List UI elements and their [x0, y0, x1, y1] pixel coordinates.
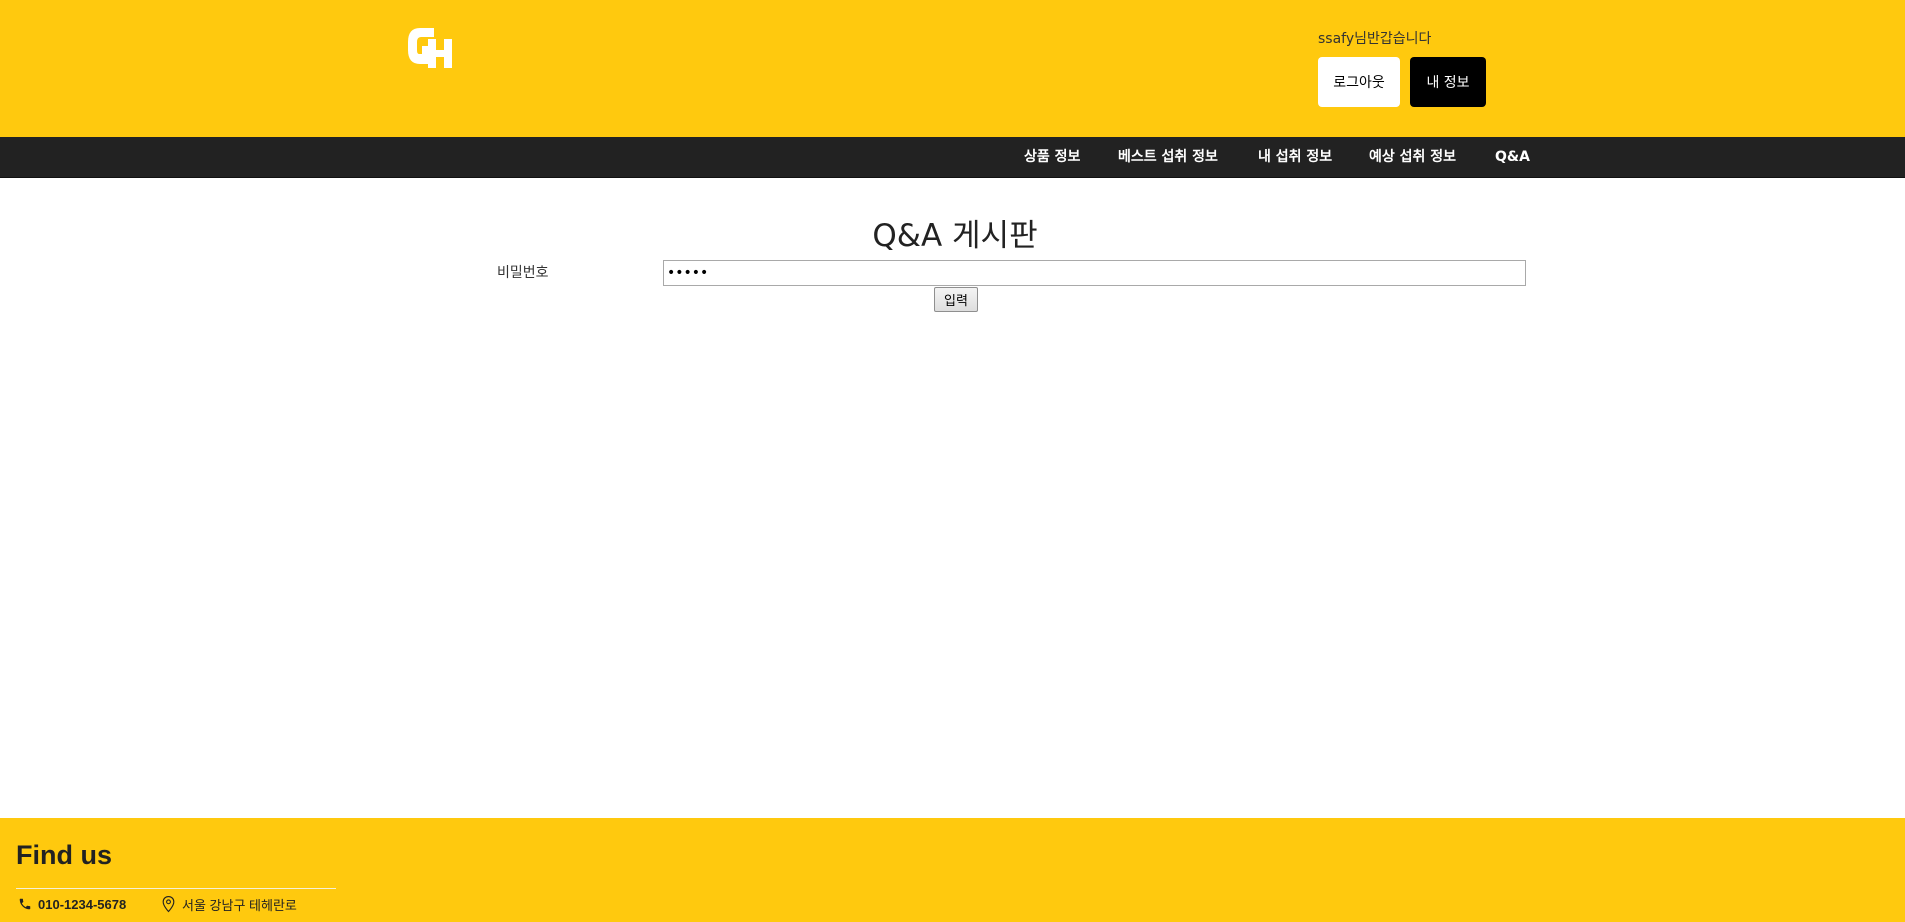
footer-phone: 010-1234-5678	[18, 894, 126, 914]
logout-button[interactable]: 로그아웃	[1318, 57, 1400, 107]
footer-title: Find us	[16, 840, 112, 870]
nav-item-qna[interactable]: Q&A	[1495, 137, 1530, 177]
site-header: ssafy님반갑습니다 로그아웃 내 정보	[0, 0, 1905, 137]
phone-icon	[19, 898, 31, 910]
logo-mark-icon	[408, 28, 452, 68]
password-input[interactable]	[663, 260, 1526, 286]
phone-number: 010-1234-5678	[38, 896, 127, 912]
nav-item-best-intake[interactable]: 베스트 섭취 정보	[1118, 137, 1218, 177]
address-text: 서울 강남구 테헤란로	[182, 897, 297, 913]
my-info-button[interactable]: 내 정보	[1410, 57, 1486, 107]
nav-item-product-info[interactable]: 상품 정보	[1024, 137, 1080, 177]
main-nav: 상품 정보 베스트 섭취 정보 내 섭취 정보 예상 섭취 정보 Q&A	[0, 137, 1905, 178]
footer-address: 서울 강남구 테헤란로	[161, 894, 297, 914]
page: ssafy님반갑습니다 로그아웃 내 정보 상품 정보 베스트 섭취 정보 내 …	[0, 0, 1905, 922]
nav-item-expected-intake[interactable]: 예상 섭취 정보	[1369, 137, 1456, 177]
password-label: 비밀번호	[497, 265, 549, 281]
location-pin-icon	[162, 895, 175, 913]
user-greeting: ssafy님반갑습니다	[1318, 31, 1432, 47]
footer-divider	[16, 888, 336, 889]
page-title: Q&A 게시판	[872, 218, 1038, 254]
site-footer: Find us 010-1234-5678 서울 강남구 테헤란로	[0, 818, 1905, 922]
nav-item-my-intake[interactable]: 내 섭취 정보	[1258, 137, 1332, 177]
submit-button[interactable]: 입력	[934, 287, 978, 312]
site-logo[interactable]	[406, 24, 456, 70]
